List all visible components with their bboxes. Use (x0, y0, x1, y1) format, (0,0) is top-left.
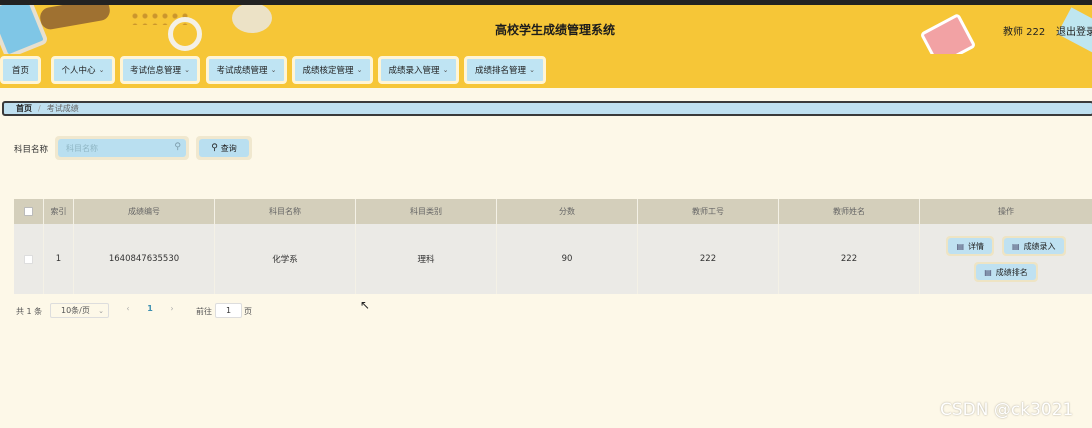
detail-button[interactable]: ▤ 详情 (946, 236, 994, 256)
cell-teacher-name: 222 (779, 224, 920, 294)
nav-item-score-entry[interactable]: 成绩录入管理 ⌄ (378, 56, 459, 84)
cell-index: 1 (44, 224, 74, 294)
chevron-down-icon: ⌄ (529, 66, 535, 74)
breadcrumb-current: 考试成绩 (46, 104, 79, 113)
nav-item-label: 首页 (11, 66, 29, 76)
scores-table: 索引 成绩编号 科目名称 科目类别 分数 教师工号 教师姓名 操作 1 1640… (14, 199, 1092, 294)
column-header: 教师工号 (638, 199, 779, 224)
detail-button-inner: ▤ 详情 (948, 238, 992, 254)
nav-item-label: 考试信息管理 (130, 66, 182, 76)
nav-item-score-ranking[interactable]: 成绩排名管理 ⌄ (464, 56, 546, 84)
cell-score-no: 1640847635530 (74, 224, 215, 294)
main-nav: 首页 个人中心 ⌄ 考试信息管理 ⌄ 考试成绩管理 ⌄ 成绩核定管理 ⌄ 成绩录… (0, 54, 1092, 88)
goto-page-input[interactable] (215, 303, 242, 318)
nav-item-label: 成绩排名管理 (475, 66, 527, 76)
column-header: 索引 (44, 199, 74, 224)
nav-item-label: 成绩录入管理 (388, 66, 440, 76)
column-header: 科目名称 (215, 199, 356, 224)
nav-item-home[interactable]: 首页 (0, 56, 41, 84)
prev-page-button[interactable]: ‹ (120, 304, 136, 313)
breadcrumb: 首页 / 考试成绩 (2, 101, 1092, 116)
nav-item-exam-info[interactable]: 考试信息管理 ⌄ (120, 56, 200, 84)
select-all-checkbox[interactable] (24, 207, 33, 216)
row-select-cell (14, 224, 44, 294)
pagination-total: 共 1 条 (16, 307, 43, 316)
score-ranking-button-inner: ▤ 成绩排名 (976, 264, 1036, 280)
search-label: 科目名称 (14, 145, 49, 155)
nav-item-label: 成绩核定管理 (302, 66, 354, 76)
nav-item-label: 个人中心 (61, 66, 96, 76)
nav-item-personal-center[interactable]: 个人中心 ⌄ (51, 56, 115, 84)
next-page-button[interactable]: › (164, 304, 180, 313)
row-checkbox[interactable] (24, 254, 33, 264)
cell-actions: ▤ 详情 ▤ 成绩录入 ▤ 成绩排名 (920, 224, 1092, 294)
chevron-down-icon: ⌄ (184, 66, 190, 74)
detail-button-label: 详情 (968, 241, 984, 251)
mouse-cursor-icon: ↖ (360, 298, 371, 312)
cell-category: 理科 (356, 224, 497, 294)
chevron-down-icon: ⌄ (442, 66, 449, 74)
goto-label: 前往 (196, 307, 212, 316)
query-button-inner: ⚲ 查询 (199, 139, 249, 157)
document-icon: ▤ (984, 267, 992, 277)
chevron-down-icon: ⌄ (270, 66, 277, 74)
score-entry-button-label: 成绩录入 (1023, 241, 1056, 251)
column-header: 教师姓名 (779, 199, 920, 224)
document-icon: ▤ (956, 241, 964, 251)
breadcrumb-home[interactable]: 首页 (16, 103, 32, 114)
nav-item-label: 考试成绩管理 (216, 66, 268, 76)
search-icon: ⚲ (211, 143, 218, 153)
system-title: 高校学生成绩管理系统 (494, 23, 615, 37)
column-header: 分数 (497, 199, 638, 224)
current-user: 教师 222 (1003, 27, 1046, 38)
select-all-cell (14, 199, 44, 224)
table-header: 索引 成绩编号 科目名称 科目类别 分数 教师工号 教师姓名 操作 (14, 199, 1092, 224)
column-header: 成绩编号 (74, 199, 215, 224)
nav-item-exam-scores[interactable]: 考试成绩管理 ⌄ (206, 56, 287, 84)
search-field: ⚲ (55, 136, 189, 160)
breadcrumb-separator: / (38, 104, 41, 113)
page-size-select[interactable]: 10条/页 ⌄ (50, 303, 109, 318)
score-entry-button[interactable]: ▤ 成绩录入 (1002, 236, 1066, 256)
score-entry-button-inner: ▤ 成绩录入 (1004, 238, 1064, 254)
score-ranking-button-label: 成绩排名 (995, 267, 1028, 277)
chevron-down-icon: ⌄ (356, 66, 363, 74)
action-buttons: ▤ 详情 ▤ 成绩录入 ▤ 成绩排名 (920, 236, 1092, 282)
document-icon: ▤ (1012, 241, 1020, 251)
cell-subject: 化学系 (215, 224, 356, 294)
cell-score: 90 (497, 224, 638, 294)
watermark: CSDN @ck3021 (940, 400, 1074, 420)
column-header: 操作 (998, 207, 1014, 216)
query-button-label: 查询 (220, 143, 237, 153)
chevron-down-icon: ⌄ (98, 66, 105, 74)
search-input[interactable] (58, 139, 186, 157)
query-button[interactable]: ⚲ 查询 (196, 136, 252, 160)
column-header: 科目类别 (356, 199, 497, 224)
search-icon: ⚲ (174, 142, 181, 152)
header: 高校学生成绩管理系统 教师 222 退出登录 (0, 0, 1092, 54)
table-row: 1 1640847635530 化学系 理科 90 222 222 ▤ 详情 ▤… (14, 224, 1092, 294)
nav-item-score-verify[interactable]: 成绩核定管理 ⌄ (292, 56, 373, 84)
goto-unit: 页 (244, 307, 252, 316)
score-ranking-button[interactable]: ▤ 成绩排名 (974, 262, 1038, 282)
logout-link[interactable]: 退出登录 (1056, 23, 1092, 38)
chevron-down-icon: ⌄ (98, 306, 104, 315)
page-number-current[interactable]: 1 (142, 304, 158, 313)
page-size-value: 10条/页 (61, 306, 90, 315)
cell-teacher-id: 222 (638, 224, 779, 294)
